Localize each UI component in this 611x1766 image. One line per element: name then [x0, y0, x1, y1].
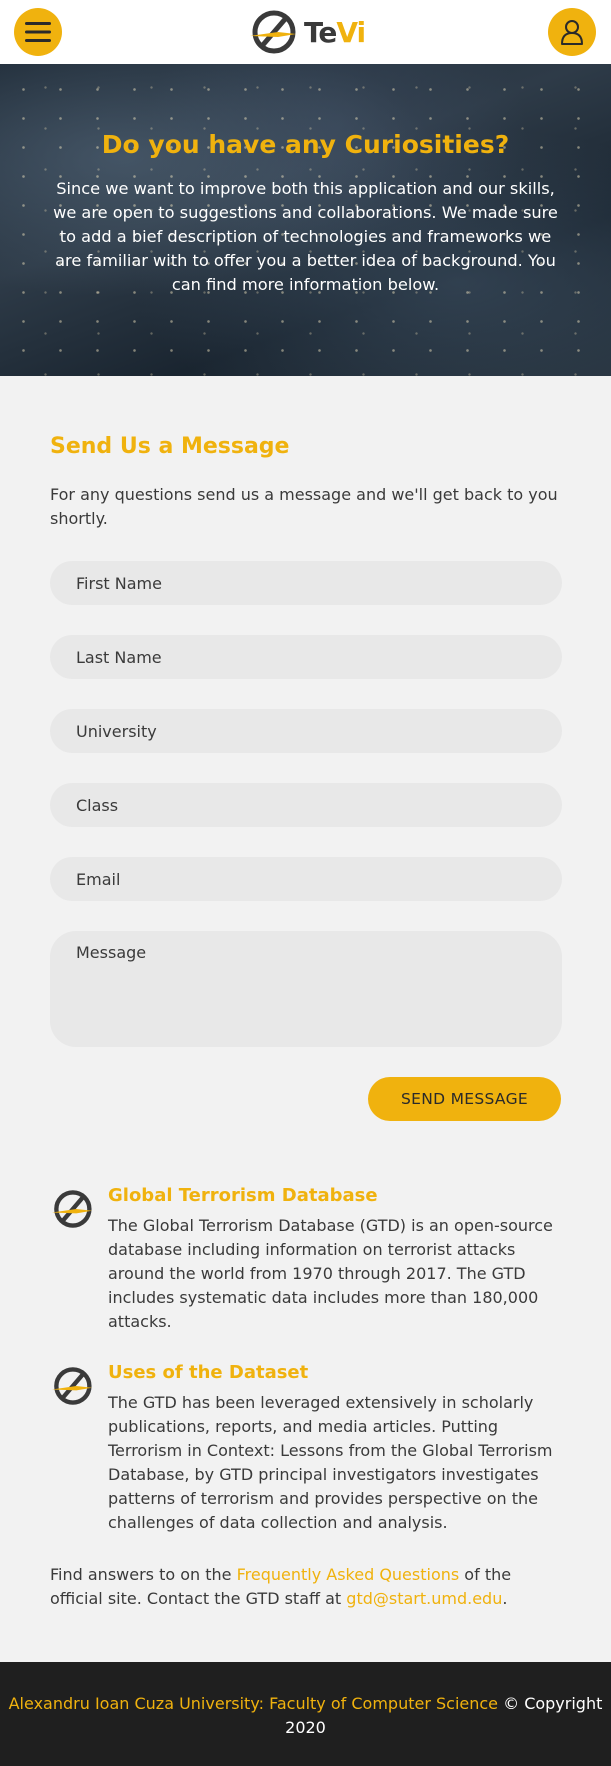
first-name-field[interactable]: [50, 561, 562, 605]
footer: Alexandru Ioan Cuza University: Faculty …: [0, 1662, 611, 1766]
info-text: The GTD has been leveraged extensively i…: [108, 1393, 553, 1532]
last-name-field[interactable]: [50, 635, 562, 679]
logo-icon: [52, 1190, 92, 1228]
hamburger-icon: [25, 22, 51, 42]
hero-content: Do you have any Curiosities? Since we wa…: [0, 64, 611, 376]
user-button[interactable]: [548, 8, 596, 56]
logo-icon: [250, 10, 296, 54]
send-message-button[interactable]: SEND MESSAGE: [368, 1077, 561, 1121]
message-field[interactable]: [50, 931, 562, 1047]
hero-text: Since we want to improve both this appli…: [53, 179, 558, 294]
info-title: Global Terrorism Database: [108, 1185, 378, 1206]
contact-title: Send Us a Message: [50, 434, 290, 459]
page: TeVi Do you have any Curiosities? Since …: [0, 0, 611, 1766]
contact-intro: For any questions send us a message and …: [50, 485, 558, 528]
info-body: Global Terrorism Database The Global Ter…: [108, 1185, 561, 1334]
university-field[interactable]: [50, 709, 562, 753]
faq-link[interactable]: Frequently Asked Questions: [237, 1565, 460, 1584]
faq-prefix: Find answers to on the: [50, 1565, 237, 1584]
email-field[interactable]: [50, 857, 562, 901]
hero-banner: Do you have any Curiosities? Since we wa…: [0, 64, 611, 376]
logo-text-vi: Vi: [336, 15, 366, 49]
info-icon-container: [50, 1362, 108, 1535]
send-row: SEND MESSAGE: [50, 1077, 561, 1121]
info-text: The Global Terrorism Database (GTD) is a…: [108, 1216, 553, 1331]
logo-icon: [52, 1367, 92, 1405]
class-field[interactable]: [50, 783, 562, 827]
info-icon-container: [50, 1185, 108, 1334]
contact-section: Send Us a Message For any questions send…: [0, 376, 611, 1121]
info-block-gtd: Global Terrorism Database The Global Ter…: [50, 1185, 561, 1334]
hero-title: Do you have any Curiosities?: [101, 130, 510, 159]
info-section: Global Terrorism Database The Global Ter…: [0, 1121, 611, 1611]
user-icon: [561, 20, 583, 45]
menu-button[interactable]: [14, 8, 62, 56]
info-body: Uses of the Dataset The GTD has been lev…: [108, 1362, 561, 1535]
faq-suffix: .: [502, 1589, 508, 1608]
faq-paragraph: Find answers to on the Frequently Asked …: [50, 1563, 561, 1611]
info-title: Uses of the Dataset: [108, 1362, 309, 1383]
info-block-uses: Uses of the Dataset The GTD has been lev…: [50, 1362, 561, 1535]
top-navbar: TeVi: [0, 0, 611, 64]
contact-form: SEND MESSAGE: [50, 561, 562, 1121]
footer-faculty-link[interactable]: Alexandru Ioan Cuza University: Faculty …: [9, 1694, 498, 1713]
logo-text-te: Te: [304, 15, 337, 49]
logo[interactable]: TeVi: [248, 8, 366, 56]
logo-text: TeVi: [304, 15, 366, 49]
contact-email-link[interactable]: gtd@start.umd.edu: [346, 1589, 502, 1608]
